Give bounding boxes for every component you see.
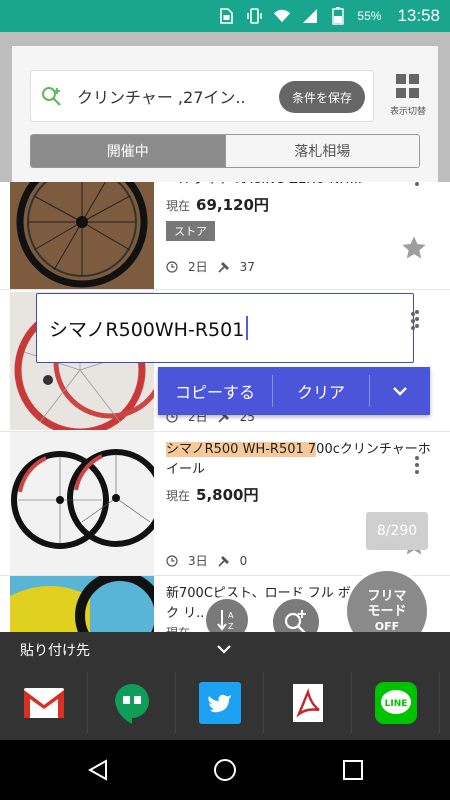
svg-text:A: A [228, 611, 234, 620]
share-app-line[interactable]: LINE [352, 672, 440, 734]
search-panel: クリンチャー ,27イン... 条件を保存 表示切替 開催中 落札相場 [12, 46, 438, 182]
search-query[interactable]: クリンチャー ,27イン... [77, 84, 247, 108]
view-toggle-label: 表示切替 [389, 107, 426, 117]
more-options-icon[interactable] [414, 456, 420, 474]
share-app-twitter[interactable] [176, 672, 264, 734]
line-icon-label: LINE [384, 699, 407, 709]
listing-meta: 3日 0 [166, 552, 247, 569]
sort-az-icon: AZ [217, 610, 234, 631]
gmail-icon [23, 682, 65, 724]
product-image [10, 432, 154, 575]
app-bar: クリンチャー ,27イン... 条件を保存 表示切替 開催中 落札相場 [0, 32, 450, 182]
share-title: 貼り付け先 [20, 643, 90, 659]
search-add-icon [41, 85, 63, 107]
svg-text:Z: Z [228, 622, 234, 631]
current-price: 69,120円 [196, 196, 269, 214]
share-app-acrobat[interactable] [264, 672, 352, 734]
price-row: 現在 5,800円 [166, 484, 436, 505]
wifi-icon [273, 7, 291, 25]
store-badge: ストア [166, 221, 215, 241]
edit-text[interactable]: シマノR500WH-R501 [49, 315, 244, 342]
bid-count: 0 [239, 553, 248, 568]
acrobat-icon [287, 682, 329, 724]
view-toggle-button[interactable]: 表示切替 [386, 70, 430, 122]
chevron-down-icon[interactable] [214, 642, 234, 656]
clear-button[interactable]: クリア [273, 367, 369, 415]
clock-icon [166, 260, 178, 273]
line-icon: LINE [374, 682, 417, 724]
price-row: 現在 69,120円 [166, 194, 436, 215]
mode-label-line2: モード [367, 603, 407, 619]
listing-title[interactable]: ールライト RACING ZERO NIT... [166, 182, 436, 190]
back-icon[interactable] [86, 758, 110, 782]
clock-icon [166, 554, 178, 567]
hangouts-icon [111, 682, 153, 724]
product-image [10, 182, 154, 289]
text-selection-toolbar: コピーする クリア [158, 367, 430, 415]
clock: 13:58 [397, 6, 440, 25]
text-caret [246, 316, 249, 340]
grid-view-icon [396, 74, 420, 98]
list-item[interactable]: シマノR500 WH-R501 700cクリンチャーホイール 現在 5,800円 … [0, 432, 450, 576]
expand-toolbar-button[interactable] [370, 367, 430, 415]
tab-closed-prices[interactable]: 落札相場 [224, 135, 419, 167]
chevron-down-icon [393, 387, 407, 396]
listing-title[interactable]: シマノR500 WH-R501 700cクリンチャーホイール [166, 440, 436, 480]
time-left: 3日 [188, 554, 208, 568]
product-image [10, 576, 154, 632]
share-app-gmail[interactable] [0, 672, 88, 734]
status-bar: 55% 13:58 [0, 0, 450, 32]
twitter-icon [198, 682, 241, 724]
share-header: 貼り付け先 [0, 632, 450, 666]
current-price: 5,800円 [196, 486, 259, 504]
list-item[interactable]: ールライト RACING ZERO NIT... 現在 69,120円 ストア 2… [0, 182, 450, 290]
gavel-icon [218, 261, 230, 273]
vibrate-icon [245, 7, 263, 25]
more-options-icon[interactable] [410, 312, 416, 330]
copy-button[interactable]: コピーする [158, 367, 272, 415]
search-field[interactable]: クリンチャー ,27イン... 条件を保存 [30, 70, 374, 122]
share-app-list: LINE [0, 672, 450, 734]
sim-card-icon [217, 7, 235, 25]
page-indicator: 8/290 [366, 512, 428, 550]
listing-info: シマノR500 WH-R501 700cクリンチャーホイール 現在 5,800円 [166, 440, 436, 505]
navigation-bar [0, 740, 450, 800]
bid-count: 37 [239, 259, 255, 274]
home-icon[interactable] [213, 758, 237, 782]
recent-apps-icon[interactable] [341, 758, 365, 782]
price-label: 現在 [166, 489, 191, 503]
time-left: 2日 [188, 260, 208, 274]
tab-bar: 開催中 落札相場 [30, 134, 420, 168]
listing-meta: 2日 37 [166, 258, 255, 275]
mode-label-line1: フリマ [367, 588, 407, 604]
paste-to-sheet: 貼り付け先 LINE [0, 632, 450, 740]
edit-text-field[interactable]: シマノR500WH-R501 [36, 293, 414, 363]
battery-icon [329, 7, 347, 25]
tab-active-auctions[interactable]: 開催中 [31, 135, 225, 167]
more-options-icon[interactable] [414, 182, 420, 186]
listing-info: ールライト RACING ZERO NIT... 現在 69,120円 ストア [166, 182, 436, 241]
price-label: 現在 [166, 199, 191, 213]
share-app-hangouts[interactable] [88, 672, 176, 734]
signal-icon [301, 7, 319, 25]
favorite-star-icon[interactable] [400, 234, 428, 262]
save-search-button[interactable]: 条件を保存 [279, 81, 365, 113]
title-highlight: シマノR500 WH-R501 7 [166, 442, 317, 457]
gavel-icon [218, 555, 230, 567]
battery-percentage: 55% [357, 9, 382, 23]
